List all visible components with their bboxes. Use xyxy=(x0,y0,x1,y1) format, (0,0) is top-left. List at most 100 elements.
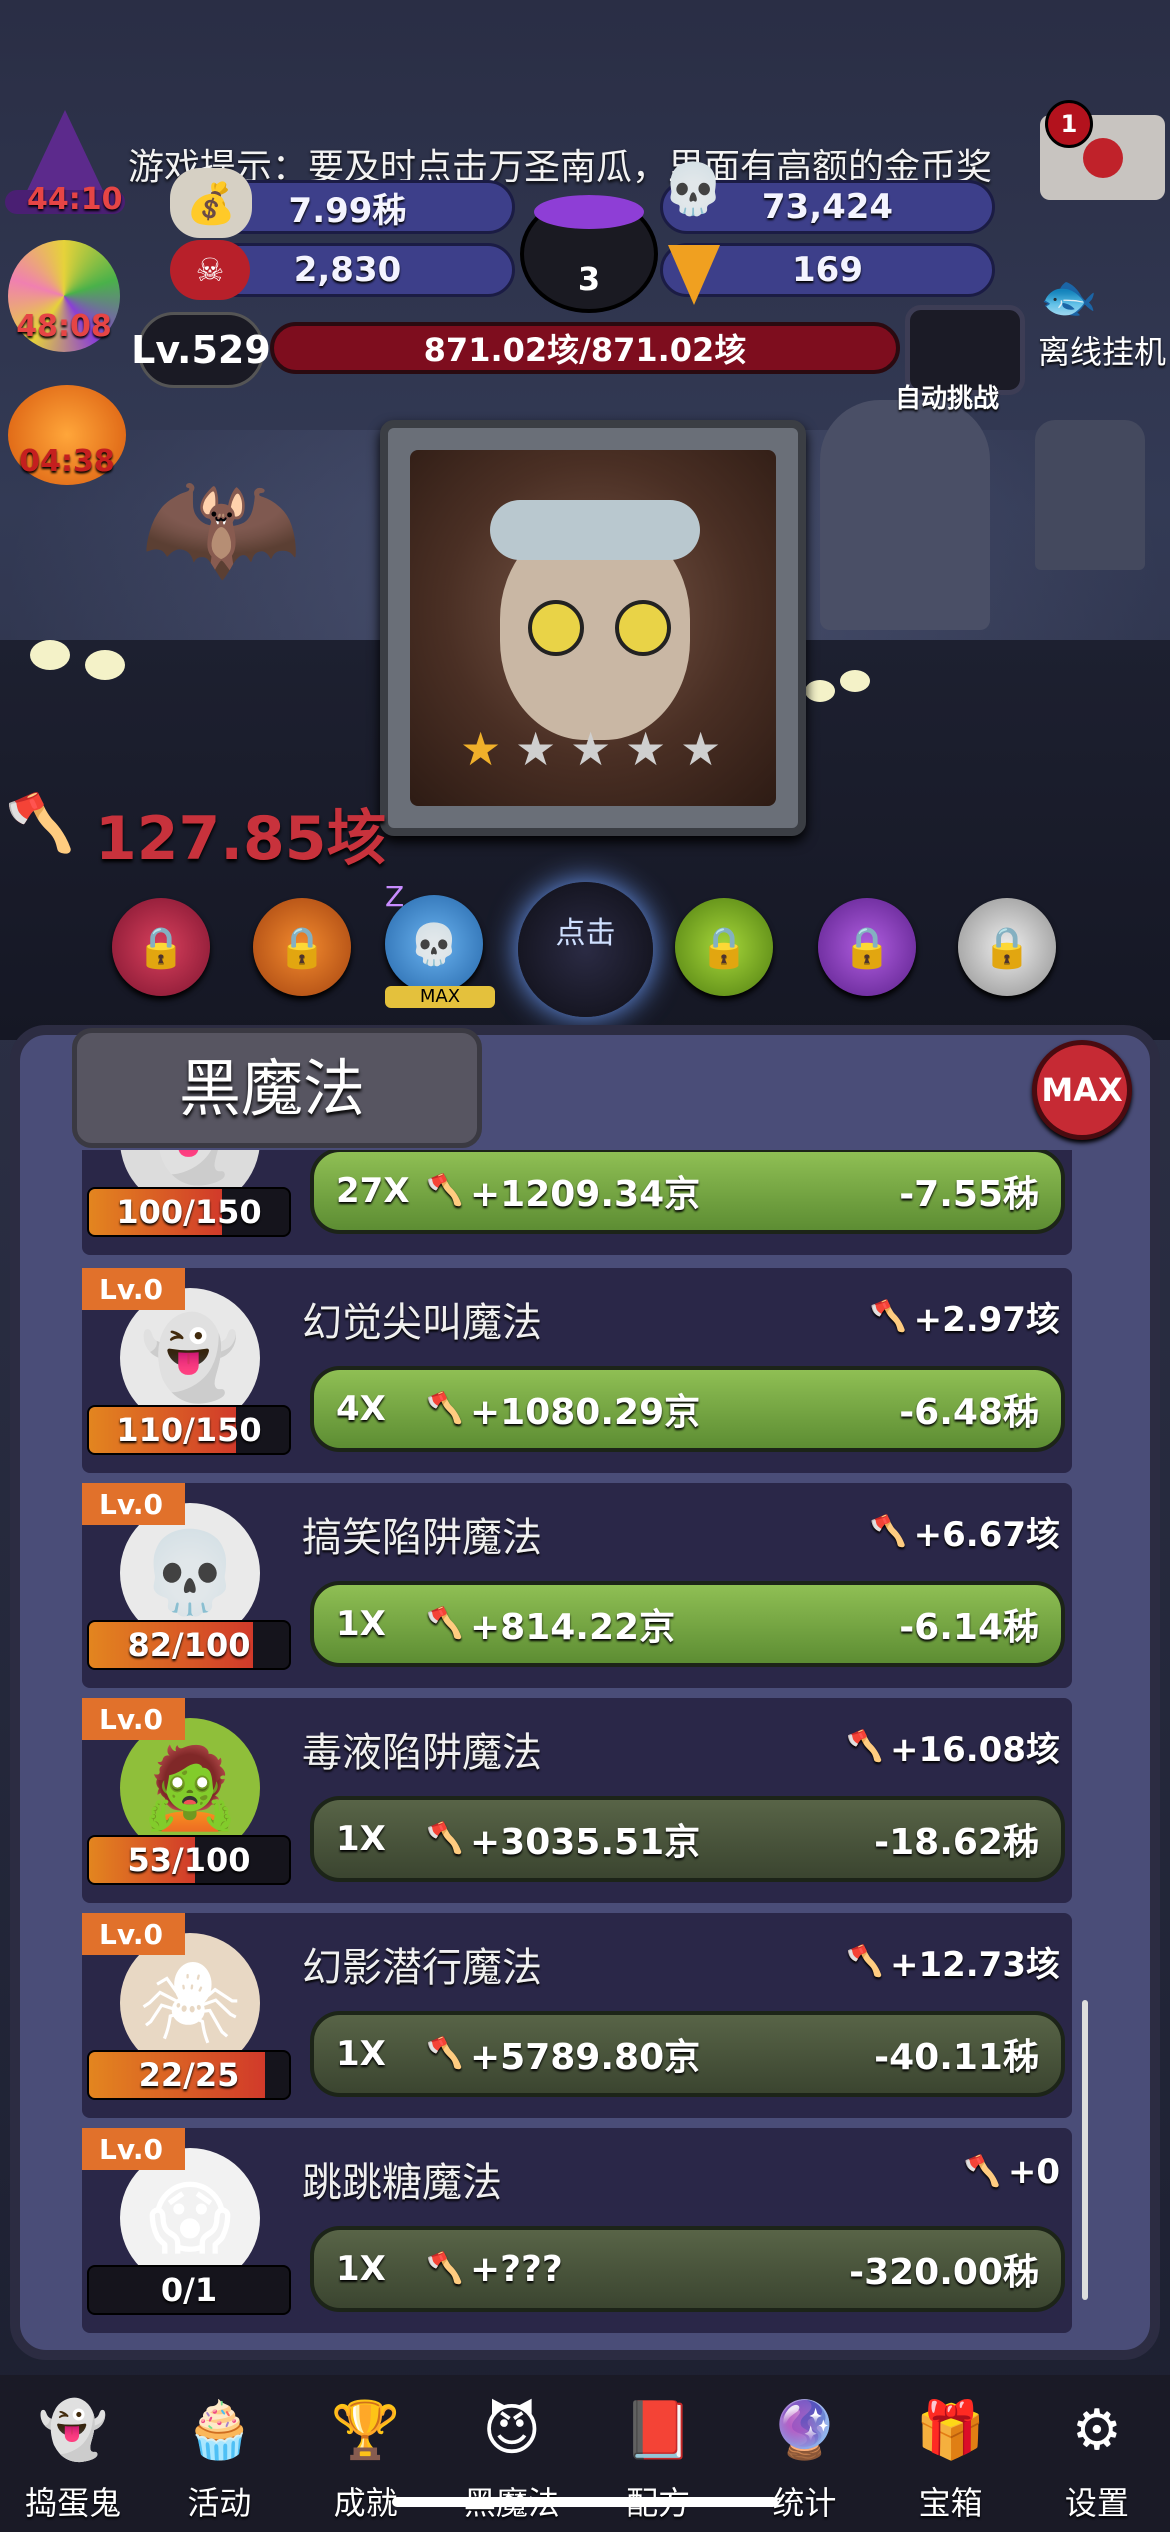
locked-orb-green[interactable]: 🔒 xyxy=(675,898,773,996)
upgrade-button[interactable]: 1X 🪓 +814.22京 -6.14秭 xyxy=(310,1581,1065,1667)
gain: 🪓 +1209.34京 xyxy=(426,1165,899,1217)
bat-icon: 🦇 xyxy=(140,450,302,602)
bonus-value: +6.67垓 xyxy=(913,1515,1060,1555)
nav-label: 宝箱 xyxy=(918,2484,983,2522)
upgrade-button[interactable]: 1X 🪓 +5789.80京 -40.11秭 xyxy=(310,2011,1065,2097)
axe-icon: 🪓 xyxy=(426,2036,464,2071)
panel-title: 黑魔法 xyxy=(178,1052,365,1125)
bonus-value: +2.97垓 xyxy=(913,1300,1060,1340)
mail-badge: 1 xyxy=(1045,100,1093,148)
magic-row[interactable]: 👻100/15027X🪓+1209.34京-7.55秭 xyxy=(82,1150,1072,1255)
auto-challenge-label: 自动挑战 xyxy=(895,384,1000,414)
progress-text: 100/150 xyxy=(116,1193,262,1231)
fish-bone-icon[interactable]: 🐟 xyxy=(1040,270,1165,325)
witch-timer: 44:10 xyxy=(27,182,123,217)
cost: -6.14秭 xyxy=(899,1607,1039,1648)
nav-label: 捣蛋鬼 xyxy=(25,2484,122,2522)
axe-icon: 🪓 xyxy=(869,1513,907,1549)
enemy-portrait[interactable]: ★ ★ ★ ★ ★ xyxy=(380,420,806,836)
treasure-box-icon: 🎁 xyxy=(915,2398,986,2463)
offline-idle-label: 离线挂机 xyxy=(1038,333,1167,371)
magic-name: 跳跳糖魔法 xyxy=(302,2160,502,2206)
click-label: 点击 xyxy=(555,915,616,951)
progress-text: 110/150 xyxy=(116,1411,262,1449)
magic-row[interactable]: 🕷 Lv.0 幻影潜行魔法 🪓 +12.73垓 22/25 1X 🪓 +5789.80京 -40.… xyxy=(82,1913,1072,2118)
cost: -6.48秭 xyxy=(899,1392,1039,1433)
axe-icon: 🪓 xyxy=(845,1943,884,1979)
player-level: Lv.529 xyxy=(131,312,271,388)
nav-gear[interactable]: ⚙ 设置 xyxy=(1027,2388,1167,2524)
multiplier: 27X xyxy=(336,1171,410,1211)
nav-treasure-box[interactable]: 🎁 宝箱 xyxy=(881,2388,1021,2524)
scrollbar[interactable] xyxy=(1082,2000,1088,2300)
gain: 🪓 +3035.51京 xyxy=(426,1813,874,1865)
locked-orb-white[interactable]: 🔒 xyxy=(958,898,1056,996)
magic-name: 搞笑陷阱魔法 xyxy=(302,1515,542,1561)
star-icon: ★ xyxy=(460,722,502,776)
upgrade-button[interactable]: 4X 🪓 +1080.29京 -6.48秭 xyxy=(310,1366,1065,1452)
home-indicator[interactable] xyxy=(392,2497,778,2507)
pumpkin-icon[interactable]: 04:38 xyxy=(8,385,126,485)
dark-magic-icon: 😈 xyxy=(482,2397,542,2463)
nav-cupcake[interactable]: 🧁 活动 xyxy=(149,2388,289,2524)
magic-row[interactable]: 😱 Lv.0 跳跳糖魔法 🪓 +0 0/1 1X 🪓 +??? -320.00秭 xyxy=(82,2128,1072,2333)
tombstone xyxy=(1035,420,1145,570)
star-icon: ★ xyxy=(625,722,667,776)
click-orb[interactable]: 点击 xyxy=(518,882,653,1017)
magic-row[interactable]: 👻 Lv.0 幻觉尖叫魔法 🪓 +2.97垓 110/150 4X 🪓 +1080.29京 -6.… xyxy=(82,1268,1072,1473)
damage-bonus: 🪓 +2.97垓 xyxy=(870,1292,1060,1341)
candy-timer: 48:08 xyxy=(16,308,112,344)
upgrade-button[interactable]: 1X 🪓 +??? -320.00秭 xyxy=(310,2226,1065,2312)
bottom-nav: 👻捣蛋鬼🧁活动🏆成就😈黑魔法📕配方🔮统计🎁宝箱⚙设置 xyxy=(0,2375,1170,2532)
magic-name: 毒液陷阱魔法 xyxy=(302,1730,542,1776)
upgrade-button[interactable]: 27X 🪓 +1209.34京 -7.55秭 xyxy=(310,1150,1065,1234)
level-tag: Lv.0 xyxy=(82,1698,185,1740)
candy-corn-icon xyxy=(668,245,720,305)
axe-icon: 🪓 xyxy=(845,1728,884,1764)
cauldron-icon[interactable]: 3 xyxy=(520,195,658,313)
upgrade-button[interactable]: 1X 🪓 +3035.51京 -18.62秭 xyxy=(310,1796,1065,1882)
candy-icon[interactable]: 48:08 xyxy=(8,240,120,352)
orb-max-label: MAX xyxy=(385,986,495,1008)
wrapped-candy-icon: ☠ xyxy=(170,240,250,300)
damage-bonus: 🪓 +6.67垓 xyxy=(870,1507,1060,1556)
gain: 🪓 +??? xyxy=(426,2249,849,2290)
bonus-value: +16.08垓 xyxy=(889,1730,1060,1770)
magic-row[interactable]: 💀 Lv.0 搞笑陷阱魔法 🪓 +6.67垓 82/100 1X 🪓 +814.22京 -6.14… xyxy=(82,1483,1072,1688)
coin-bag-icon: 💰 xyxy=(170,168,252,238)
trophy-icon: 🏆 xyxy=(330,2398,401,2463)
eye xyxy=(528,600,584,656)
nav-label: 设置 xyxy=(1064,2484,1129,2522)
gain-value: +3035.51京 xyxy=(470,1822,701,1863)
nav-label: 活动 xyxy=(187,2484,252,2522)
nav-label: 统计 xyxy=(772,2484,837,2522)
crystal-ball-icon: 🔮 xyxy=(769,2398,840,2463)
progress-bar: 22/25 xyxy=(87,2050,291,2100)
magic-row[interactable]: 🧟 Lv.0 毒液陷阱魔法 🪓 +16.08垓 53/100 1X 🪓 +3035.51京 -18… xyxy=(82,1698,1072,1903)
progress-bar: 100/150 xyxy=(87,1187,291,1237)
level-tag: Lv.0 xyxy=(82,1268,185,1310)
bonus-value: +0 xyxy=(1007,2152,1060,2192)
magic-list[interactable]: 👻100/15027X🪓+1209.34京-7.55秭👻Lv.0幻觉尖叫魔法🪓+… xyxy=(82,1150,1072,2335)
recipe-book-icon: 📕 xyxy=(623,2398,693,2463)
locked-orb-red[interactable]: 🔒 xyxy=(112,898,210,996)
magic-name: 幻觉尖叫魔法 xyxy=(302,1300,542,1346)
multiplier: 4X xyxy=(336,1389,386,1429)
gain-value: +1209.34京 xyxy=(470,1174,701,1215)
damage-bonus: 🪓 +12.73垓 xyxy=(846,1937,1060,1986)
cupcake-icon: 🧁 xyxy=(184,2398,255,2463)
progress-bar: 53/100 xyxy=(87,1835,291,1885)
gain-value: +1080.29京 xyxy=(470,1392,701,1433)
gain-value: +??? xyxy=(470,2248,563,2290)
gain: 🪓 +5789.80京 xyxy=(426,2028,874,2080)
glowing-eyes xyxy=(840,670,870,692)
locked-orb-orange[interactable]: 🔒 xyxy=(253,898,351,996)
tombstone xyxy=(820,400,990,630)
glowing-eyes xyxy=(30,640,70,670)
max-button[interactable]: MAX xyxy=(1032,1040,1132,1140)
multiplier: 1X xyxy=(336,1819,386,1859)
nav-ghost[interactable]: 👻 捣蛋鬼 xyxy=(3,2388,143,2524)
witch-hat-icon[interactable]: 44:10 xyxy=(5,110,125,220)
locked-orb-purple[interactable]: 🔒 xyxy=(818,898,916,996)
gain-value: +5789.80京 xyxy=(470,2037,701,2078)
